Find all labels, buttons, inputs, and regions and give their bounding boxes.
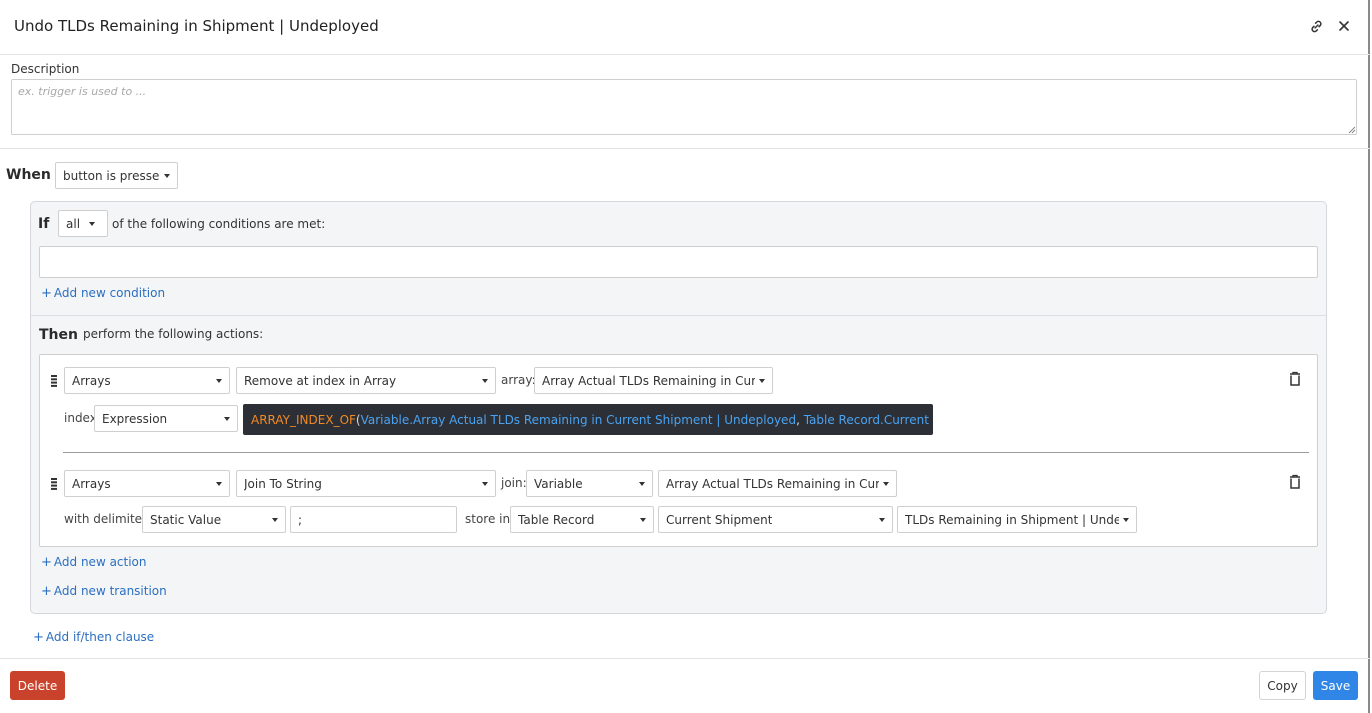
- delimiter-type-value: Static Value: [150, 512, 222, 527]
- store-type-value: Table Record: [518, 512, 595, 527]
- dialog-title: Undo TLDs Remaining in Shipment | Undepl…: [14, 17, 379, 35]
- caret-down-icon: [1123, 517, 1129, 522]
- plus-icon: +: [41, 555, 52, 570]
- if-keyword: If: [38, 216, 50, 232]
- action-operation-value: Remove at index in Array: [244, 373, 397, 388]
- add-clause-label: Add if/then clause: [45, 630, 155, 644]
- plus-icon: +: [41, 286, 52, 301]
- delete-action-icon[interactable]: [1288, 474, 1302, 490]
- delimiter-label: with delimiter:: [64, 512, 151, 526]
- caret-down-icon: [640, 517, 646, 522]
- description-label: Description: [11, 62, 80, 76]
- expression-arg: Table Record.Current Picked TLD.ID: [803, 412, 933, 427]
- save-button[interactable]: Save: [1313, 671, 1358, 700]
- array-dropdown[interactable]: Array Actual TLDs Remaining in Current: [534, 367, 773, 394]
- add-action-link[interactable]: + Add new action: [41, 555, 147, 570]
- index-type-dropdown[interactable]: Expression: [94, 405, 238, 432]
- expression-function: ARRAY_INDEX_OF: [251, 412, 356, 427]
- then-keyword: Then: [39, 327, 78, 343]
- store-type-dropdown[interactable]: Table Record: [510, 506, 654, 533]
- join-variable-value: Array Actual TLDs Remaining in Current: [666, 476, 879, 491]
- plus-icon: +: [41, 584, 52, 599]
- add-action-label: Add new action: [53, 555, 147, 569]
- plus-icon: +: [33, 630, 44, 645]
- dialog-header: Undo TLDs Remaining in Shipment | Undepl…: [0, 0, 1370, 55]
- drag-handle-icon[interactable]: [51, 375, 57, 387]
- trigger-value: button is pressed: [63, 168, 160, 183]
- expression-editor[interactable]: ARRAY_INDEX_OF(Variable.Array Actual TLD…: [243, 404, 933, 435]
- action-divider: [63, 452, 1309, 453]
- link-icon[interactable]: [1306, 16, 1326, 36]
- caret-down-icon: [216, 378, 222, 383]
- expression-comma: ,: [796, 412, 804, 427]
- delimiter-type-dropdown[interactable]: Static Value: [142, 506, 286, 533]
- add-clause-link[interactable]: + Add if/then clause: [33, 630, 154, 645]
- divider: [31, 315, 1326, 316]
- copy-button[interactable]: Copy: [1259, 671, 1306, 700]
- trigger-dropdown[interactable]: button is pressed: [55, 162, 178, 189]
- caret-down-icon: [224, 416, 230, 421]
- close-icon[interactable]: [1334, 16, 1354, 36]
- caret-down-icon: [639, 481, 645, 486]
- action-category-dropdown[interactable]: Arrays: [64, 470, 230, 497]
- join-variable-dropdown[interactable]: Array Actual TLDs Remaining in Current: [658, 470, 897, 497]
- join-type-dropdown[interactable]: Variable: [526, 470, 653, 497]
- store-in-label: store in:: [465, 512, 515, 526]
- delimiter-value: ;: [298, 512, 303, 527]
- footer-divider: [0, 658, 1370, 659]
- delete-button[interactable]: Delete: [10, 671, 65, 700]
- store-field-value: TLDs Remaining in Shipment | Undeplo: [905, 512, 1119, 527]
- divider: [0, 148, 1370, 149]
- store-field-dropdown[interactable]: TLDs Remaining in Shipment | Undeplo: [897, 506, 1137, 533]
- action-operation-dropdown[interactable]: Remove at index in Array: [236, 367, 496, 394]
- caret-down-icon: [272, 517, 278, 522]
- caret-down-icon: [216, 481, 222, 486]
- caret-down-icon: [879, 517, 885, 522]
- action-category-value: Arrays: [72, 476, 111, 491]
- add-condition-label: Add new condition: [53, 286, 166, 300]
- add-transition-label: Add new transition: [53, 584, 167, 598]
- delimiter-input[interactable]: ;: [290, 506, 457, 533]
- action-operation-value: Join To String: [244, 476, 322, 491]
- caret-down-icon: [883, 481, 889, 486]
- description-textarea[interactable]: [11, 79, 1357, 135]
- conditions-text: of the following conditions are met:: [112, 217, 326, 231]
- actions-text: perform the following actions:: [83, 327, 264, 341]
- join-type-value: Variable: [534, 476, 583, 491]
- join-label: join:: [501, 476, 527, 490]
- caret-down-icon: [164, 173, 170, 178]
- when-keyword: When: [6, 167, 51, 183]
- caret-down-icon: [89, 221, 96, 226]
- add-transition-link[interactable]: + Add new transition: [41, 584, 167, 599]
- expression-arg: Variable.Array Actual TLDs Remaining in …: [360, 412, 797, 427]
- caret-down-icon: [482, 481, 488, 486]
- action-operation-dropdown[interactable]: Join To String: [236, 470, 496, 497]
- conditions-container[interactable]: [39, 246, 1318, 278]
- delete-action-icon[interactable]: [1288, 371, 1302, 387]
- resize-grip-icon[interactable]: [1346, 124, 1356, 134]
- action-category-value: Arrays: [72, 373, 111, 388]
- drag-handle-icon[interactable]: [51, 478, 57, 490]
- caret-down-icon: [759, 378, 765, 383]
- action-category-dropdown[interactable]: Arrays: [64, 367, 230, 394]
- array-value: Array Actual TLDs Remaining in Current: [542, 373, 755, 388]
- store-record-value: Current Shipment: [666, 512, 773, 527]
- add-condition-link[interactable]: + Add new condition: [41, 286, 165, 301]
- index-type-value: Expression: [102, 411, 168, 426]
- match-mode-dropdown[interactable]: all: [58, 210, 108, 237]
- caret-down-icon: [482, 378, 488, 383]
- match-mode-value: all: [66, 216, 81, 231]
- array-label: array:: [501, 373, 536, 387]
- store-record-dropdown[interactable]: Current Shipment: [658, 506, 893, 533]
- trigger-dialog: Undo TLDs Remaining in Shipment | Undepl…: [0, 0, 1370, 713]
- index-label: index: [64, 411, 97, 425]
